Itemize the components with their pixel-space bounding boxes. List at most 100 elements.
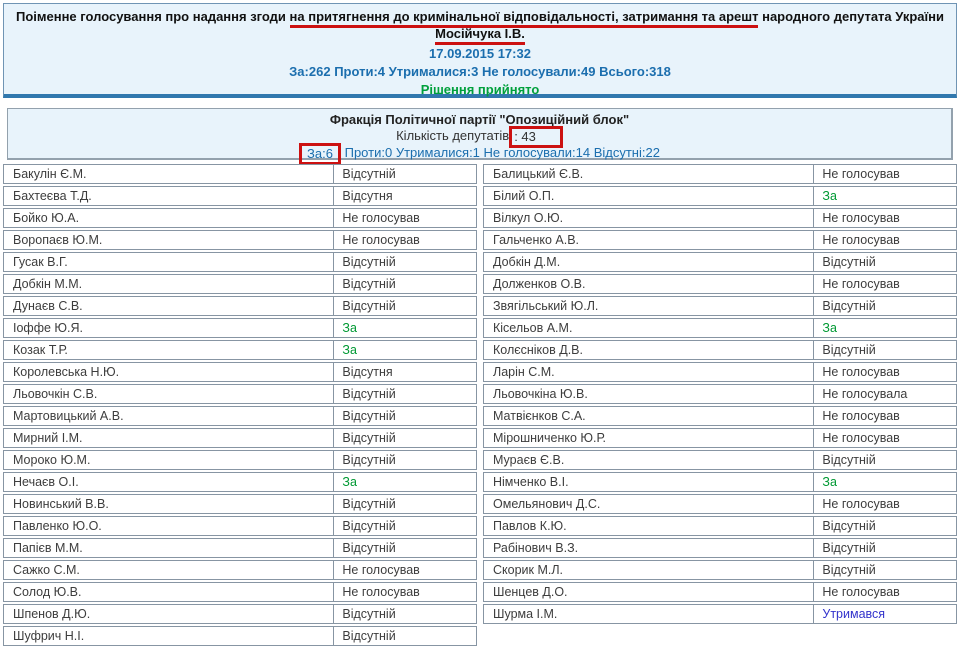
deputy-vote: Відсутній: [822, 299, 876, 313]
deputy-name: Мураєв Є.В.: [484, 451, 815, 469]
deputy-name: Білий О.П.: [484, 187, 815, 205]
deputy-row: Шенцев Д.О. Не голосував: [483, 582, 957, 602]
deputy-row: Бакулін Є.М. Відсутній: [3, 164, 477, 184]
deputy-name: Солод Ю.В.: [4, 583, 335, 601]
deputy-row: Королевська Н.Ю. Відсутня: [3, 362, 477, 382]
deputy-vote: Відсутня: [342, 365, 393, 379]
deputy-name: Ларін С.М.: [484, 363, 815, 381]
deputy-name: Папієв М.М.: [4, 539, 335, 557]
deputy-vote: Відсутній: [342, 277, 396, 291]
deputy-vote: Відсутній: [342, 519, 396, 533]
deputy-name: Гусак В.Г.: [4, 253, 335, 271]
deputy-row: Павленко Ю.О. Відсутній: [3, 516, 477, 536]
deputy-name: Вілкул О.Ю.: [484, 209, 815, 227]
deputy-row: Балицький Є.В. Не голосував: [483, 164, 957, 184]
deputy-vote: Відсутній: [822, 541, 876, 555]
deputy-row: Добкін Д.М. Відсутній: [483, 252, 957, 272]
deputy-name: Сажко С.М.: [4, 561, 335, 579]
fraction-vidsutni: Відсутні:22: [593, 145, 660, 160]
deputy-name: Бойко Ю.А.: [4, 209, 335, 227]
vote-header-panel: Поіменне голосування про надання згоди н…: [3, 3, 957, 98]
vote-datetime: 17.09.2015 17:32: [429, 46, 531, 61]
total-utrymalysia: Утрималися:3: [388, 64, 479, 79]
deputy-name: Скорик М.Л.: [484, 561, 815, 579]
deputy-row: Добкін М.М. Відсутній: [3, 274, 477, 294]
deputy-name: Мороко Ю.М.: [4, 451, 335, 469]
deputy-name: Омельянович Д.С.: [484, 495, 815, 513]
deputy-row: Долженков О.В. Не голосував: [483, 274, 957, 294]
deputy-row: Мороко Ю.М. Відсутній: [3, 450, 477, 470]
fraction-ne-holosuvaly: Не голосували:14: [483, 145, 591, 160]
deputy-vote: Відсутня: [342, 189, 393, 203]
deputy-name: Матвієнков С.А.: [484, 407, 815, 425]
deputy-row: Новинський В.В. Відсутній: [3, 494, 477, 514]
deputy-vote: Відсутній: [342, 167, 396, 181]
deputy-row: Нечаєв О.І. За: [3, 472, 477, 492]
total-za: За:262: [289, 64, 331, 79]
deputy-name: Шуфрич Н.І.: [4, 627, 335, 645]
deputy-name: Шенцев Д.О.: [484, 583, 815, 601]
deputy-row: Льовочкін С.В. Відсутній: [3, 384, 477, 404]
fraction-panel: Фракція Політичної партії "Опозиційний б…: [7, 108, 953, 165]
deputy-name: Воропаєв Ю.М.: [4, 231, 335, 249]
deputy-vote: Не голосувала: [822, 387, 908, 401]
fraction-name: Фракція Політичної партії "Опозиційний б…: [329, 112, 630, 127]
deputy-count-label: Кількість депутатів: [396, 128, 510, 143]
deputy-row: Солод Ю.В. Не голосував: [3, 582, 477, 602]
fraction-utrymalysia: Утрималися:1: [395, 145, 480, 160]
deputy-name: Добкін Д.М.: [484, 253, 815, 271]
deputy-vote: За: [822, 321, 837, 335]
deputy-vote: Не голосував: [342, 563, 420, 577]
deputy-vote: Не голосував: [822, 585, 900, 599]
deputy-name: Іоффе Ю.Я.: [4, 319, 335, 337]
deputy-row: Мирний І.М. Відсутній: [3, 428, 477, 448]
deputy-row: Ларін С.М. Не голосував: [483, 362, 957, 382]
fraction-totals: За:6 Проти:0 Утрималися:1 Не голосували:…: [8, 142, 951, 165]
deputy-name: Шпенов Д.Ю.: [4, 605, 335, 623]
deputy-name: Мирний І.М.: [4, 429, 335, 447]
deputy-name: Мартовицький А.В.: [4, 407, 335, 425]
vote-result-status: Рішення прийнято: [420, 82, 540, 97]
deputy-name: Бакулін Є.М.: [4, 165, 335, 183]
deputy-row: Шпенов Д.Ю. Відсутній: [3, 604, 477, 624]
deputy-vote: Відсутній: [342, 255, 396, 269]
deputy-name: Льовочкін С.В.: [4, 385, 335, 403]
deputy-row: Мартовицький А.В. Відсутній: [3, 406, 477, 426]
deputy-vote: Не голосував: [822, 277, 900, 291]
deputy-row: Звягільський Ю.Л. Відсутній: [483, 296, 957, 316]
deputy-row: Білий О.П. За: [483, 186, 957, 206]
deputy-name: Німченко В.І.: [484, 473, 815, 491]
deputy-vote: Відсутній: [342, 607, 396, 621]
deputy-name: Нечаєв О.І.: [4, 473, 335, 491]
deputy-vote: За: [342, 321, 357, 335]
deputy-row: Шурма І.М. Утримався: [483, 604, 957, 624]
deputy-row: Скорик М.Л. Відсутній: [483, 560, 957, 580]
deputy-vote: Відсутній: [822, 255, 876, 269]
deputy-row: Павлов К.Ю. Відсутній: [483, 516, 957, 536]
deputy-name: Кісельов А.М.: [484, 319, 815, 337]
deputy-vote: Не голосував: [822, 409, 900, 423]
deputy-vote: За: [342, 343, 357, 357]
fraction-proty: Проти:0: [344, 145, 393, 160]
total-vsoho: Всього:318: [599, 64, 671, 79]
deputy-name: Новинський В.В.: [4, 495, 335, 513]
deputy-row: Німченко В.І. За: [483, 472, 957, 492]
deputy-vote: Відсутній: [342, 299, 396, 313]
deputy-name: Павленко Ю.О.: [4, 517, 335, 535]
deputy-vote: Відсутній: [342, 387, 396, 401]
deputy-row: Козак Т.Р. За: [3, 340, 477, 360]
deputy-vote: За: [342, 475, 357, 489]
deputy-name: Гальченко А.В.: [484, 231, 815, 249]
subject-deputy-name: Мосійчука І.В.: [435, 26, 525, 45]
deputy-vote: Не голосував: [822, 167, 900, 181]
deputy-vote: Не голосував: [822, 233, 900, 247]
deputy-name: Льовочкіна Ю.В.: [484, 385, 815, 403]
deputy-vote: Відсутній: [822, 343, 876, 357]
deputy-vote: За: [822, 189, 837, 203]
deputy-vote: Не голосував: [822, 497, 900, 511]
deputy-row: Мірошниченко Ю.Р. Не голосував: [483, 428, 957, 448]
deputy-vote: Відсутній: [342, 629, 396, 643]
fraction-deputy-count: Кількість депутатів: 43: [8, 125, 951, 148]
deputy-vote: Не голосував: [342, 233, 420, 247]
deputy-name: Рабінович В.З.: [484, 539, 815, 557]
